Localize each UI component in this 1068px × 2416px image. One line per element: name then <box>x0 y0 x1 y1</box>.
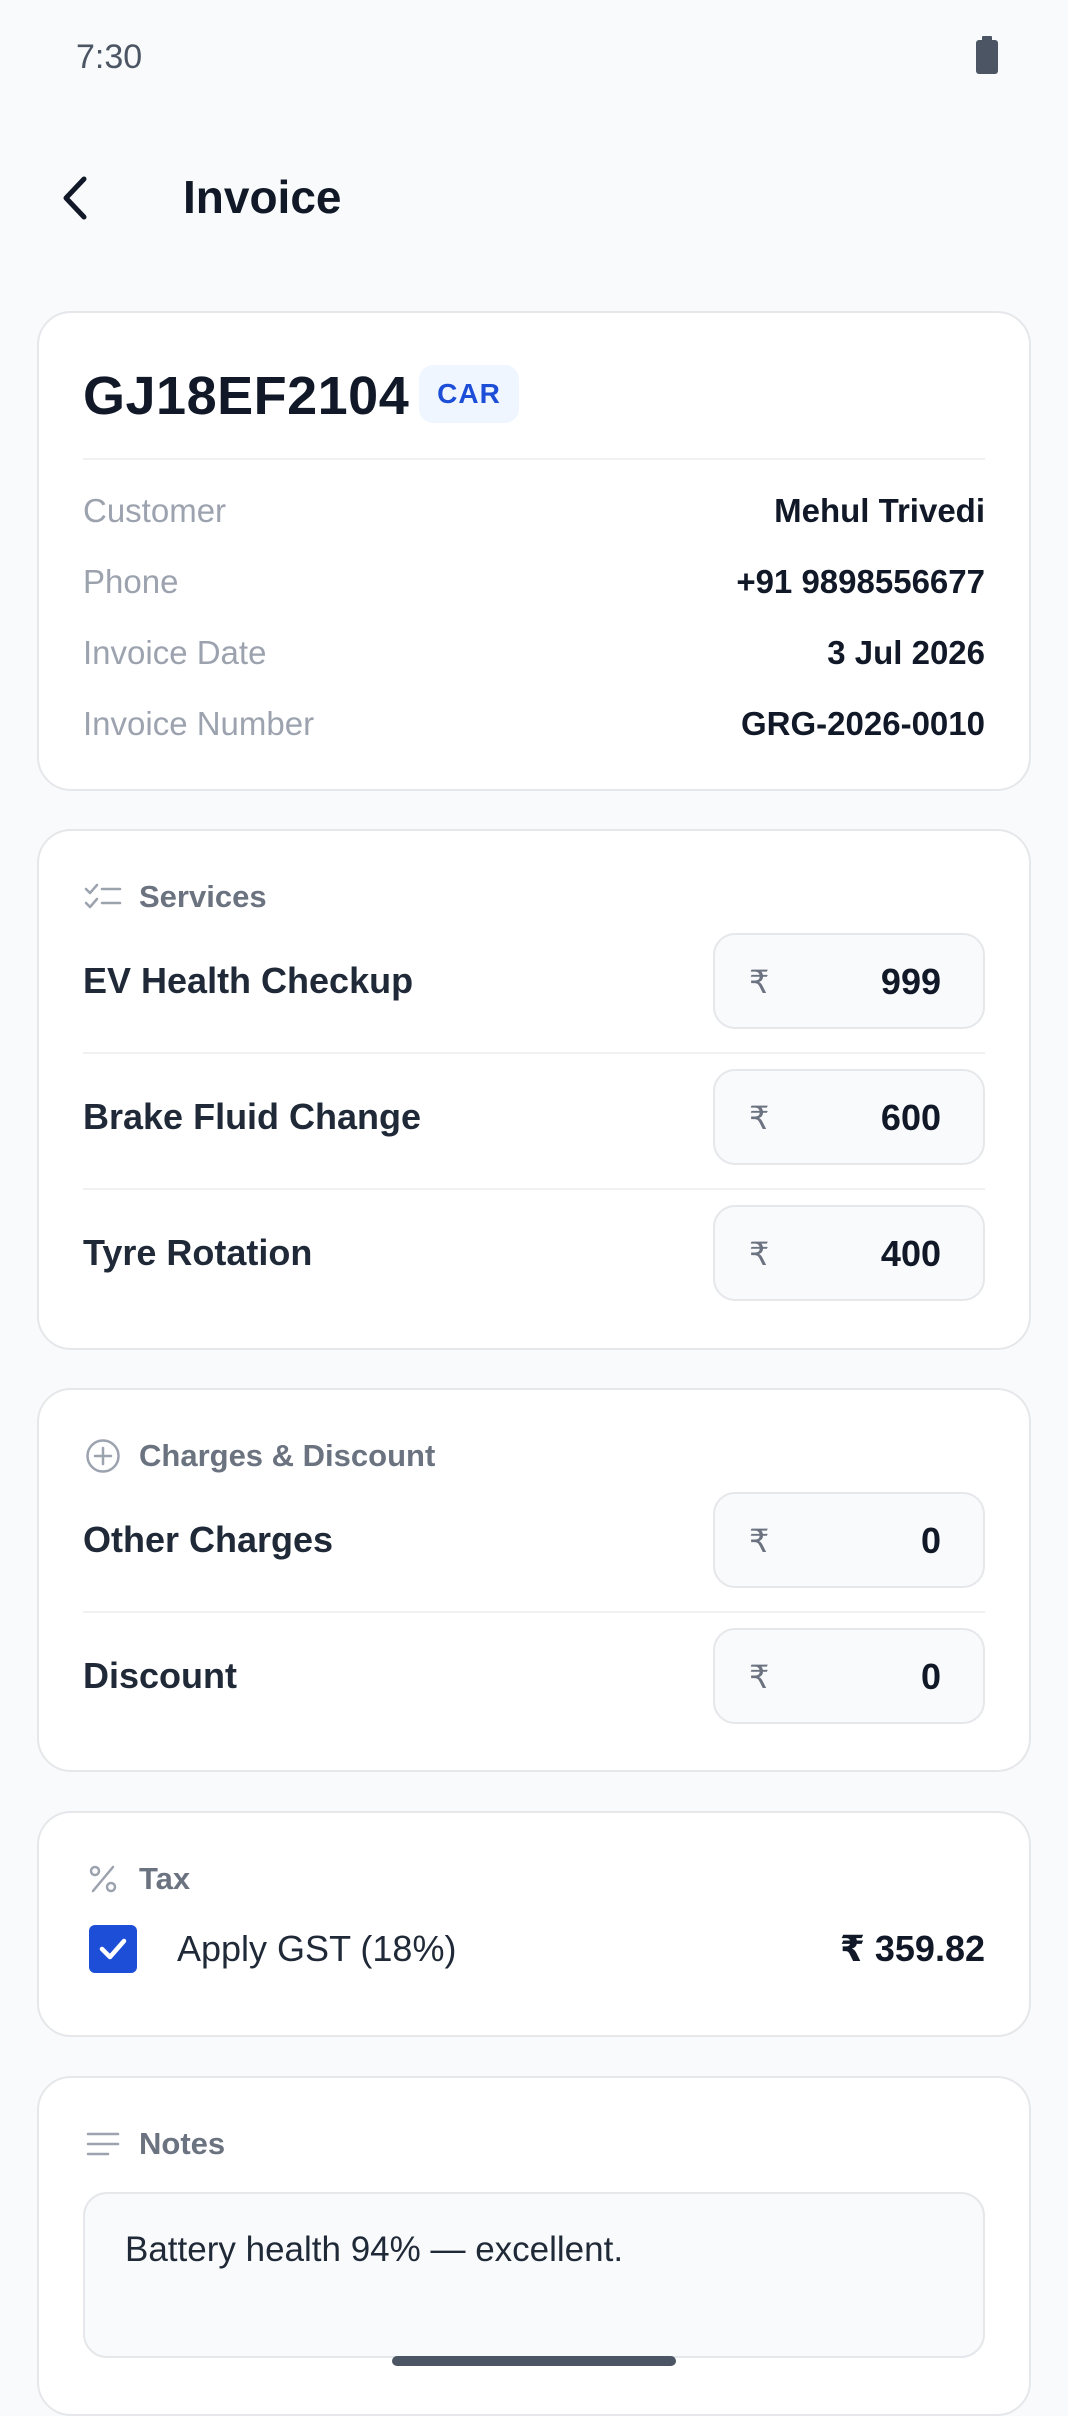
info-row-phone: Phone +91 9898556677 <box>83 557 985 607</box>
info-row-invoice-date: Invoice Date 3 Jul 2026 <box>83 628 985 678</box>
percent-icon <box>83 1859 123 1899</box>
other-charges-input[interactable]: ₹ 0 <box>713 1492 985 1588</box>
divider <box>83 1052 985 1054</box>
discount-input[interactable]: ₹ 0 <box>713 1628 985 1724</box>
section-title: Charges & Discount <box>139 1438 436 1473</box>
section-title: Notes <box>139 2126 226 2161</box>
vehicle-plate: GJ18EF2104 <box>83 366 410 426</box>
rupee-icon: ₹ <box>749 1523 770 1559</box>
tax-header: Tax <box>83 1857 190 1901</box>
invoice-summary-card: GJ18EF2104 CAR Customer Mehul Trivedi Ph… <box>37 311 1031 791</box>
check-icon <box>99 1938 127 1960</box>
info-row-customer: Customer Mehul Trivedi <box>83 486 985 536</box>
rupee-icon: ₹ <box>749 1236 770 1272</box>
gst-checkbox[interactable] <box>89 1925 137 1973</box>
rupee-icon: ₹ <box>749 1100 770 1136</box>
vehicle-type-badge: CAR <box>419 365 519 423</box>
service-label: Tyre Rotation <box>83 1232 313 1273</box>
charge-label: Discount <box>83 1655 238 1696</box>
battery-icon <box>976 36 998 74</box>
service-label: Brake Fluid Change <box>83 1096 422 1137</box>
home-indicator <box>392 2356 676 2366</box>
notes-textarea[interactable]: Battery health 94% — excellent. <box>83 2192 985 2358</box>
info-value: +91 9898556677 <box>736 563 985 600</box>
divider <box>83 458 985 460</box>
info-value: GRG-2026-0010 <box>741 705 985 742</box>
page-title: Invoice <box>183 171 342 223</box>
gst-toggle-row[interactable]: Apply GST (18%) ₹ 359.82 <box>83 1919 985 1979</box>
charges-header: Charges & Discount <box>83 1434 435 1478</box>
notes-text: Battery health 94% — excellent. <box>125 2230 624 2269</box>
status-bar: 7:30 <box>0 0 1068 116</box>
service-row: EV Health Checkup ₹ 999 <box>83 933 985 1029</box>
services-card: Services EV Health Checkup ₹ 999 Brake F… <box>37 829 1031 1350</box>
charge-label: Other Charges <box>83 1519 334 1560</box>
service-row: Brake Fluid Change ₹ 600 <box>83 1069 985 1165</box>
service-amount-input[interactable]: ₹ 400 <box>713 1205 985 1301</box>
divider <box>83 1188 985 1190</box>
rupee-icon: ₹ <box>749 1659 770 1695</box>
amount-value: 600 <box>880 1097 941 1138</box>
info-row-invoice-number: Invoice Number GRG-2026-0010 <box>83 699 985 749</box>
gst-label: Apply GST (18%) <box>177 1928 457 1969</box>
status-time: 7:30 <box>76 38 143 76</box>
info-label: Customer <box>83 492 227 529</box>
app-bar: Invoice <box>0 148 1068 244</box>
checklist-icon <box>83 877 123 917</box>
back-button[interactable] <box>36 158 116 238</box>
charge-row-discount: Discount ₹ 0 <box>83 1628 985 1724</box>
section-title: Services <box>139 879 267 914</box>
gst-amount: ₹ 359.82 <box>839 1928 985 1969</box>
amount-value: 999 <box>880 961 941 1002</box>
info-label: Invoice Number <box>83 705 315 742</box>
notes-header: Notes <box>83 2122 225 2166</box>
chevron-left-icon <box>63 176 87 220</box>
service-label: EV Health Checkup <box>83 960 414 1001</box>
service-amount-input[interactable]: ₹ 600 <box>713 1069 985 1165</box>
amount-value: 400 <box>880 1233 941 1274</box>
info-value: Mehul Trivedi <box>774 492 985 529</box>
service-amount-input[interactable]: ₹ 999 <box>713 933 985 1029</box>
charge-row-other: Other Charges ₹ 0 <box>83 1492 985 1588</box>
service-row: Tyre Rotation ₹ 400 <box>83 1205 985 1301</box>
notes-lines-icon <box>83 2124 123 2164</box>
services-header: Services <box>83 875 267 919</box>
info-label: Phone <box>83 563 179 600</box>
section-title: Tax <box>139 1861 191 1896</box>
info-label: Invoice Date <box>83 634 267 671</box>
charges-card: Charges & Discount Other Charges ₹ 0 Dis… <box>37 1388 1031 1772</box>
amount-value: 0 <box>920 1656 941 1697</box>
rupee-icon: ₹ <box>749 964 770 1000</box>
amount-value: 0 <box>920 1520 941 1561</box>
info-value: 3 Jul 2026 <box>827 634 985 671</box>
divider <box>83 1611 985 1613</box>
tax-card: Tax Apply GST (18%) ₹ 359.82 <box>37 1811 1031 2037</box>
plus-circle-icon <box>83 1436 123 1476</box>
